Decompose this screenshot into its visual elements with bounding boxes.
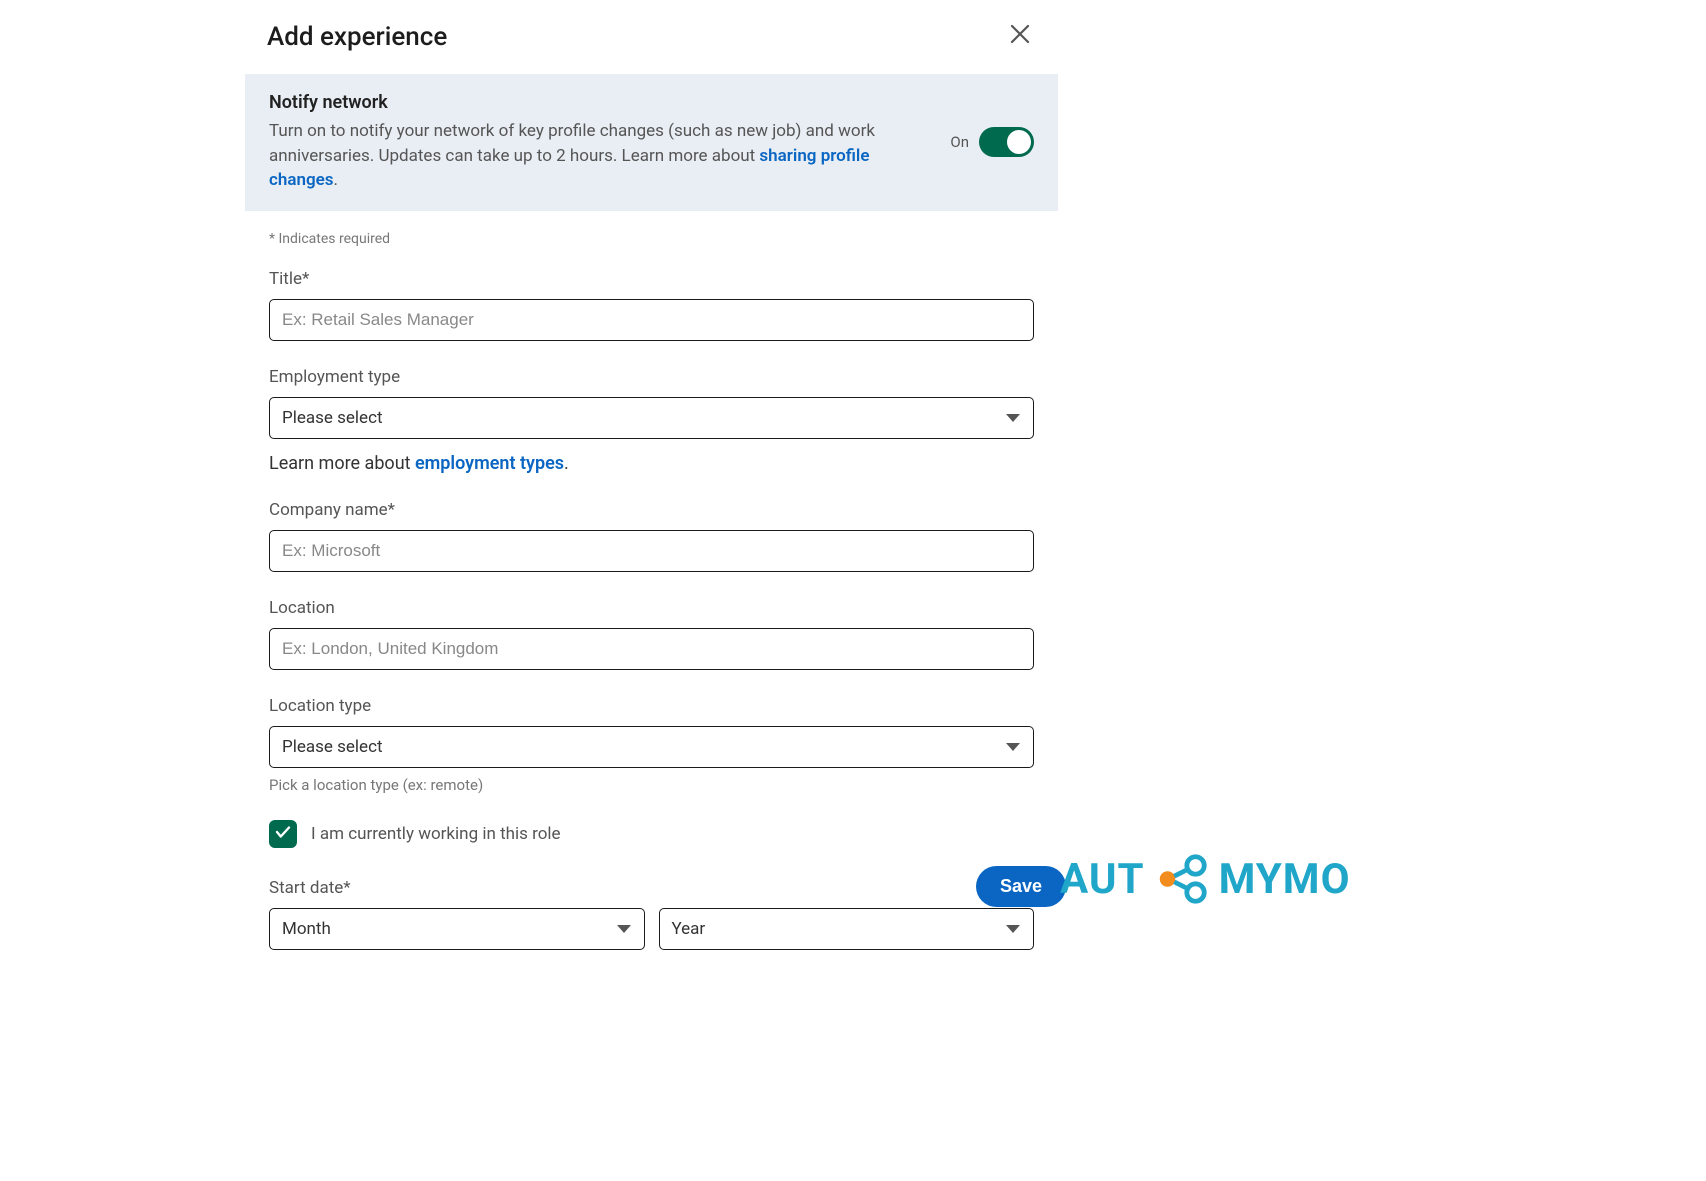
close-button[interactable] [1004, 18, 1036, 56]
notify-toggle-wrap: On [950, 127, 1034, 157]
start-date-field: Start date* Month Year [269, 878, 1034, 950]
form-body: * Indicates required Title* Employment t… [245, 211, 1058, 970]
location-field: Location [269, 598, 1034, 670]
notify-network-bar: Notify network Turn on to notify your ne… [245, 74, 1058, 211]
current-role-label: I am currently working in this role [311, 824, 561, 844]
toggle-state-label: On [950, 133, 969, 151]
location-type-label: Location type [269, 696, 1034, 716]
automymo-watermark: AUT MYMO [1060, 850, 1351, 908]
notify-description: Turn on to notify your network of key pr… [269, 119, 930, 193]
employment-type-selected: Please select [269, 397, 1034, 439]
location-type-selected: Please select [269, 726, 1034, 768]
start-date-row: Month Year [269, 908, 1034, 950]
employment-helper-prefix: Learn more about [269, 453, 415, 474]
employment-type-select[interactable]: Please select [269, 397, 1034, 439]
notify-text-block: Notify network Turn on to notify your ne… [269, 92, 930, 193]
employment-type-label: Employment type [269, 367, 1034, 387]
employment-type-helper: Learn more about employment types. [269, 453, 1034, 474]
employment-types-link[interactable]: employment types [415, 453, 564, 474]
notify-toggle[interactable] [979, 127, 1034, 157]
employment-helper-suffix: . [564, 453, 569, 474]
save-button[interactable]: Save [976, 866, 1066, 907]
required-indicator-note: * Indicates required [269, 231, 1034, 247]
location-type-field: Location type Please select Pick a locat… [269, 696, 1034, 794]
location-type-helper: Pick a location type (ex: remote) [269, 776, 1034, 794]
title-label: Title* [269, 269, 1034, 289]
modal-header: Add experience [245, 0, 1058, 74]
title-field: Title* [269, 269, 1034, 341]
watermark-text-mymo: MYMO [1219, 855, 1351, 904]
start-year-select[interactable]: Year [659, 908, 1035, 950]
check-icon [274, 823, 292, 845]
toggle-knob [1007, 130, 1031, 154]
current-role-checkbox[interactable] [269, 820, 297, 848]
close-icon [1008, 20, 1032, 53]
title-input[interactable] [269, 299, 1034, 341]
notify-title: Notify network [269, 92, 930, 113]
add-experience-modal: Add experience Notify network Turn on to… [245, 0, 1058, 970]
notify-desc-suffix: . [334, 170, 338, 190]
start-date-label: Start date* [269, 878, 1034, 898]
current-role-row: I am currently working in this role [269, 820, 1034, 848]
location-type-select[interactable]: Please select [269, 726, 1034, 768]
employment-type-field: Employment type Please select Learn more… [269, 367, 1034, 474]
modal-title: Add experience [267, 22, 447, 52]
start-month-select[interactable]: Month [269, 908, 645, 950]
location-input[interactable] [269, 628, 1034, 670]
company-name-field: Company name* [269, 500, 1034, 572]
start-year-value: Year [659, 908, 1035, 950]
start-month-value: Month [269, 908, 645, 950]
company-name-label: Company name* [269, 500, 1034, 520]
company-name-input[interactable] [269, 530, 1034, 572]
watermark-logo-icon [1153, 850, 1211, 908]
location-label: Location [269, 598, 1034, 618]
watermark-text-auto: AUT [1060, 855, 1145, 904]
